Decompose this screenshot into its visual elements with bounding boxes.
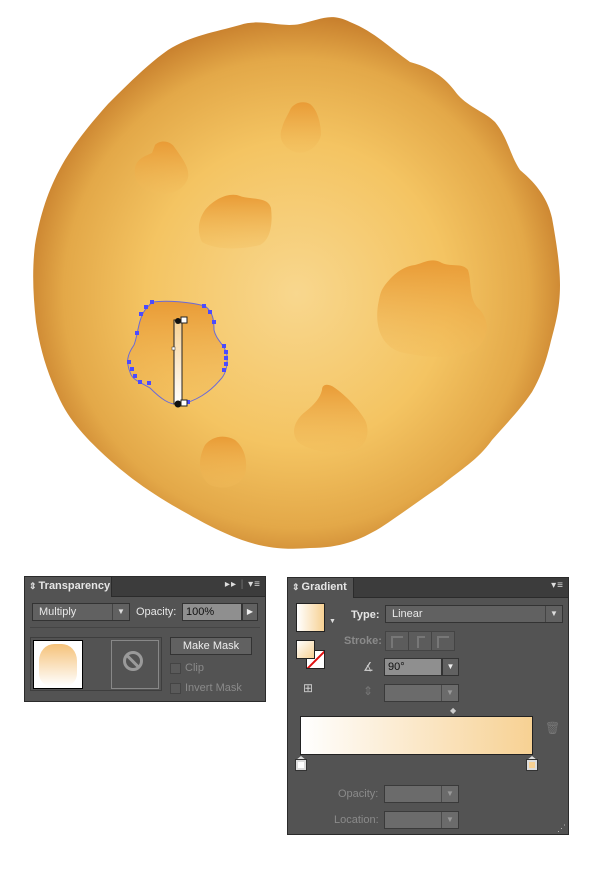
clip-checkbox[interactable]: [170, 663, 181, 674]
stroke-gradient-along-button: [408, 631, 432, 651]
thumbnail-shape: [39, 644, 77, 686]
panel-menu-icon[interactable]: ▾≡: [248, 579, 261, 590]
transparency-panel: ⇕ Transparency ▸▸ | ▾≡ Multiply ▼ Opacity…: [24, 576, 266, 702]
type-label: Type:: [351, 609, 380, 621]
angle-dropdown-button[interactable]: ▼: [442, 658, 459, 676]
panel-menu-icon[interactable]: ▾≡: [551, 580, 564, 591]
gradient-type-value: Linear: [392, 608, 423, 620]
fill-swatch[interactable]: [296, 640, 315, 659]
opacity-value: 100%: [186, 606, 215, 618]
opacity-field[interactable]: 100%: [182, 603, 242, 621]
tab-transparency[interactable]: ⇕ Transparency: [25, 577, 112, 597]
gradient-panel: ⇕ Gradient ▾≡ ▼ ⊞ Type: Linear ▼ Stroke: …: [287, 577, 569, 835]
stop-location-field: ▼: [384, 811, 459, 829]
gradient-stop-end[interactable]: [526, 756, 538, 771]
expand-panel-icon[interactable]: ▸▸: [225, 579, 237, 590]
annotator-end-stop[interactable]: [180, 399, 188, 407]
collapse-arrows-icon[interactable]: ⇕: [292, 582, 300, 592]
fill-stroke-proxy[interactable]: [296, 640, 326, 670]
annotator-start-stop[interactable]: [180, 316, 188, 324]
stroke-gradient-across-button: [431, 631, 455, 651]
stroke-label: Stroke:: [344, 635, 382, 647]
panel-title: Gradient: [301, 581, 347, 593]
stop-opacity-label: Opacity:: [338, 788, 379, 800]
object-thumbnail[interactable]: [33, 640, 83, 689]
chevron-down-icon: ▼: [545, 606, 562, 622]
aspect-ratio-field: ▼: [384, 684, 459, 702]
tab-gradient[interactable]: ⇕ Gradient: [288, 578, 354, 598]
artboard-canvas[interactable]: [0, 0, 600, 560]
reverse-gradient-icon[interactable]: ⊞: [303, 681, 313, 695]
gradient-type-dropdown[interactable]: Linear ▼: [385, 605, 563, 623]
divider: [30, 627, 260, 628]
invert-mask-label: Invert Mask: [185, 682, 242, 694]
make-mask-button[interactable]: Make Mask: [170, 637, 252, 655]
collapse-arrows-icon[interactable]: ⇕: [29, 581, 37, 591]
annotator-midpoint[interactable]: [171, 346, 176, 351]
blend-mode-value: Multiply: [39, 606, 77, 618]
midpoint-diamond[interactable]: ◆: [450, 706, 456, 715]
opacity-slider-button[interactable]: ▶: [242, 603, 258, 621]
gradient-stop-start[interactable]: [295, 756, 307, 771]
clip-label: Clip: [185, 662, 204, 674]
angle-value: 90°: [388, 661, 405, 673]
stop-opacity-field: ▼: [384, 785, 459, 803]
stroke-gradient-within-button: [385, 631, 409, 651]
delete-stop-icon: 🗑: [545, 721, 561, 735]
gradient-swatch[interactable]: [296, 603, 325, 632]
chevron-down-icon: ▼: [441, 786, 458, 802]
annotator-end-handle[interactable]: [174, 400, 182, 408]
chevron-down-icon: ▼: [441, 812, 458, 828]
gradient-swatch-dropdown-icon[interactable]: ▼: [329, 618, 336, 625]
chevron-down-icon: ▼: [441, 685, 458, 701]
cookie-body[interactable]: [33, 17, 561, 549]
annotator-start-handle[interactable]: [175, 318, 181, 324]
aspect-ratio-icon: ⇕: [363, 684, 374, 698]
angle-field[interactable]: 90°: [384, 658, 442, 676]
panel-title: Transparency: [38, 580, 111, 592]
no-mask-icon: [123, 651, 143, 671]
gradient-slider-bar[interactable]: [300, 716, 533, 755]
panel-menu-icons[interactable]: ▸▸ | ▾≡: [225, 579, 261, 590]
resize-grip-icon[interactable]: ⋰: [557, 823, 566, 834]
angle-icon: ∡: [363, 660, 374, 674]
stop-location-label: Location:: [334, 814, 379, 826]
mask-thumbnail[interactable]: [111, 640, 159, 689]
opacity-label: Opacity:: [136, 606, 177, 618]
chevron-down-icon: ▼: [112, 604, 129, 620]
invert-mask-checkbox[interactable]: [170, 683, 181, 694]
blend-mode-dropdown[interactable]: Multiply ▼: [32, 603, 130, 621]
chocolate-chip[interactable]: [199, 436, 247, 488]
